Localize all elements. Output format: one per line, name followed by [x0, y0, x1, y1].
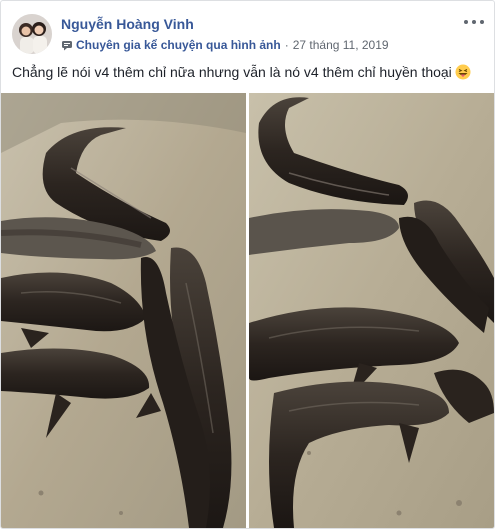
- meta-separator: ·: [284, 38, 289, 52]
- post-timestamp[interactable]: 27 tháng 11, 2019: [293, 38, 389, 52]
- snakehead-fish-left-photo[interactable]: [1, 93, 246, 528]
- grinning-squint-tongue-emoji: [455, 64, 471, 80]
- post-header: Nguyễn Hoàng Vinh Chuyên gia kể chuyện q…: [1, 1, 494, 61]
- author-name[interactable]: Nguyễn Hoàng Vinh: [61, 16, 194, 32]
- storyteller-badge[interactable]: Chuyên gia kể chuyện qua hình ảnh: [76, 38, 281, 52]
- more-options-icon[interactable]: [464, 13, 484, 31]
- post-meta: Chuyên gia kể chuyện qua hình ảnh · 27 t…: [61, 38, 389, 52]
- caption-text: Chẳng lẽ nói v4 thêm chỉ nữa nhưng vẫn l…: [12, 64, 452, 80]
- facebook-post: Nguyễn Hoàng Vinh Chuyên gia kể chuyện q…: [0, 0, 495, 529]
- post-photo-grid: [1, 93, 494, 528]
- storyteller-badge-icon: [62, 41, 72, 51]
- snakehead-fish-right-photo[interactable]: [249, 93, 494, 528]
- author-avatar[interactable]: [12, 14, 52, 54]
- post-caption: Chẳng lẽ nói v4 thêm chỉ nữa nhưng vẫn l…: [12, 64, 471, 80]
